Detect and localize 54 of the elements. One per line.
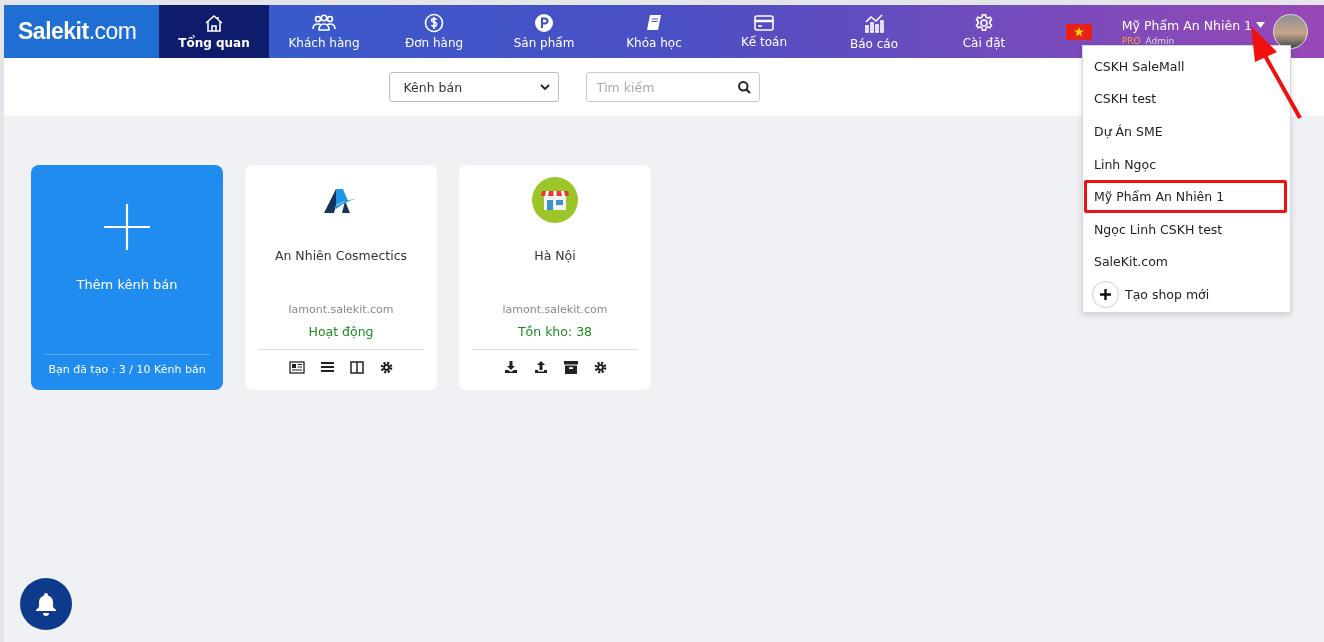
channel-quota: Bạn đã tạo : 3 / 10 Kênh bán: [44, 354, 210, 390]
search-icon[interactable]: [737, 81, 751, 94]
channel-status: Tồn kho: 38: [517, 324, 593, 339]
shop-menu-item[interactable]: CSKH SaleMall: [1084, 50, 1287, 83]
shop-menu-item[interactable]: SaleKit.com: [1084, 245, 1287, 279]
caret-icon[interactable]: [1256, 22, 1265, 28]
nav-tab[interactable]: Khóa học: [599, 5, 709, 58]
nav-tab[interactable]: Cài đặt: [929, 5, 1039, 58]
bell-icon: [35, 592, 57, 616]
plus-icon: [1100, 288, 1111, 300]
settings-icon: [974, 13, 994, 33]
settings-icon[interactable]: [593, 360, 607, 374]
channel-status: Hoạt động: [308, 324, 374, 339]
settings-icon[interactable]: [380, 360, 393, 374]
p-circle-icon: [534, 13, 554, 33]
nav-tab[interactable]: Tổng quan: [159, 5, 269, 58]
shop-menu-item[interactable]: Ngọc Linh CSKH test: [1084, 212, 1287, 246]
home-icon: [204, 13, 224, 33]
channel-select[interactable]: Kênh bán: [388, 72, 559, 102]
plus-icon[interactable]: [104, 204, 150, 250]
shop-menu-item[interactable]: Dự Án SME: [1084, 115, 1287, 148]
salekit-logo[interactable]: Salekit.com: [4, 5, 159, 58]
flag-icon[interactable]: [1065, 23, 1092, 40]
role-label: Admin: [1145, 35, 1175, 46]
upload-icon[interactable]: [533, 360, 548, 374]
archive-icon[interactable]: [563, 360, 578, 374]
nav-tab[interactable]: Sản phẩm: [489, 5, 599, 58]
store-icon: [532, 177, 578, 223]
channel-domain: lamont.salekit.com: [288, 303, 394, 316]
shop-menu-item[interactable]: CSKH test: [1084, 82, 1287, 116]
nav-tab[interactable]: Báo cáo: [819, 5, 929, 58]
search-field[interactable]: Tìm kiếm: [585, 72, 760, 102]
download-icon[interactable]: [503, 360, 518, 374]
newspaper-icon[interactable]: [289, 360, 305, 374]
book-icon: [644, 13, 664, 33]
nav-tab[interactable]: Khách hàng: [269, 5, 379, 58]
shop-menu-item[interactable]: Mỹ Phẩm An Nhiên 1: [1084, 180, 1287, 213]
nav-tab[interactable]: Kế toán: [709, 5, 819, 58]
plan-label: PRO: [1121, 35, 1141, 46]
dollar-icon: [424, 13, 444, 33]
shop-menu-item[interactable]: Linh Ngọc: [1084, 147, 1287, 181]
columns-icon[interactable]: [350, 360, 364, 374]
channel-domain: lamont.salekit.com: [502, 303, 608, 316]
avatar[interactable]: [1273, 14, 1308, 49]
list-icon[interactable]: [321, 361, 334, 373]
nav-tab[interactable]: Đơn hàng: [379, 5, 489, 58]
card-icon: [753, 14, 775, 32]
channel-name[interactable]: An Nhiên Cosmectics: [274, 248, 408, 263]
shop-switcher[interactable]: Mỹ Phẩm An Nhiên 1: [1121, 17, 1265, 33]
users-icon: [311, 13, 337, 33]
create-shop-button[interactable]: Tạo shop mới: [1083, 278, 1290, 311]
channel-name[interactable]: Hà Nội: [534, 248, 576, 263]
chevron-down-icon: [539, 83, 550, 91]
bar-chart-icon: [863, 12, 885, 34]
